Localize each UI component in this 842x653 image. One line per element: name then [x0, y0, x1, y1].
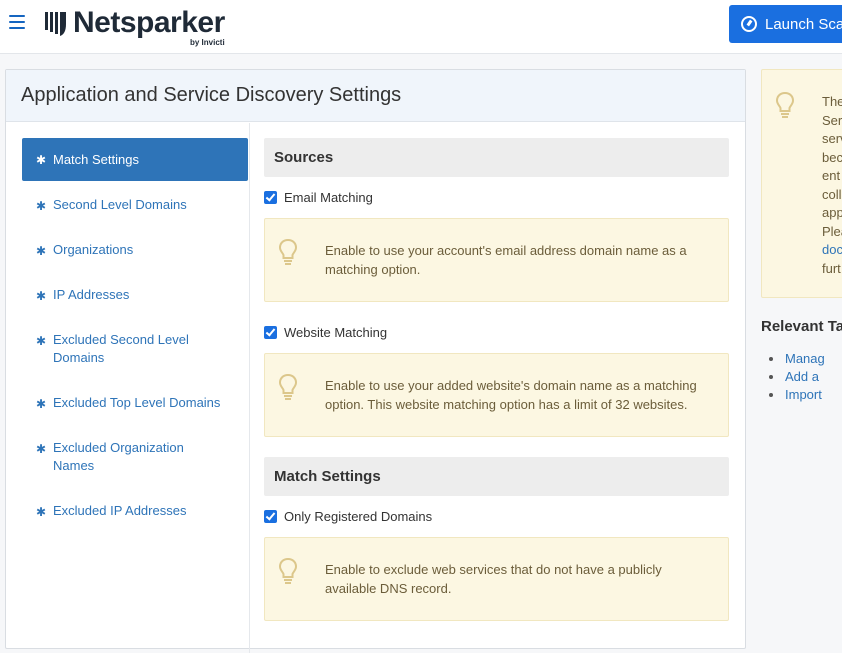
info-line: serv	[822, 131, 842, 146]
info-line: furt	[822, 260, 841, 276]
gear-icon: ✱	[36, 442, 47, 456]
rocket-icon	[741, 16, 757, 32]
info-line: Plea	[822, 223, 842, 239]
gear-icon: ✱	[36, 505, 47, 519]
info-line: bec	[822, 149, 842, 165]
email-matching-checkbox[interactable]	[264, 190, 277, 204]
sidebar-item-label: IP Addresses	[53, 287, 130, 302]
documentation-link[interactable]: doc	[822, 241, 842, 260]
only-registered-domains-label: Only Registered Domains	[284, 508, 433, 524]
registered-hint-line-1: Enable to exclude web services that do n…	[325, 562, 662, 577]
website-matching-row[interactable]: Website Matching	[264, 322, 729, 342]
sidebar-item-second-level-domains[interactable]: ✱ Second Level Domains	[22, 196, 248, 214]
lightbulb-icon	[279, 558, 297, 584]
website-hint-line-2: option. This website matching option has…	[325, 397, 688, 412]
settings-content: Sources Email Matching Enable to use you…	[264, 138, 729, 621]
info-line: Ser	[822, 112, 842, 128]
netsparker-logo-icon	[45, 12, 66, 36]
sidebar-item-match-settings[interactable]: ✱ Match Settings	[22, 138, 248, 181]
lightbulb-icon	[279, 239, 297, 265]
gear-icon: ✱	[36, 397, 47, 411]
sidebar-item-label: Match Settings	[53, 151, 139, 167]
email-hint-line-2: matching option.	[325, 262, 421, 277]
email-matching-row[interactable]: Email Matching	[264, 187, 729, 207]
hamburger-menu-icon[interactable]	[9, 15, 25, 31]
relevant-topic-link[interactable]: Manag	[769, 350, 825, 368]
website-matching-checkbox[interactable]	[264, 325, 277, 339]
website-hint-line-1: Enable to use your added website's domai…	[325, 378, 697, 393]
sidebar-item-organizations[interactable]: ✱ Organizations	[22, 241, 248, 259]
sidebar-item-label: Excluded Second Level Domains	[53, 332, 189, 365]
info-line: ent	[822, 168, 841, 183]
settings-panel: Application and Service Discovery Settin…	[5, 69, 746, 653]
sidebar-item-excluded-ip-addresses[interactable]: ✱ Excluded IP Addresses	[22, 502, 248, 520]
website-matching-label: Website Matching	[284, 324, 388, 340]
settings-sidebar: ✱ Match Settings ✱ Second Level Domains …	[22, 138, 248, 520]
sidebar-item-label: Excluded IP Addresses	[53, 503, 187, 518]
sources-heading: Sources	[264, 138, 729, 177]
only-registered-domains-hint: Enable to exclude web services that do n…	[264, 537, 729, 621]
lightbulb-icon	[776, 92, 794, 118]
sidebar-item-label: Excluded Top Level Domains	[53, 395, 221, 410]
relevant-topics-list: Manag Add a Import	[769, 350, 825, 404]
gear-icon: ✱	[36, 199, 47, 213]
sidebar-item-label: Excluded Organization Names	[53, 440, 184, 473]
email-hint-line-1: Enable to use your account's email addre…	[325, 243, 687, 258]
registered-hint-line-2: available DNS record.	[325, 581, 452, 596]
info-hint-text: The Ser serv bec ent coll app Plea doc f…	[822, 93, 842, 278]
match-settings-heading: Match Settings	[264, 457, 729, 496]
gear-icon: ✱	[36, 244, 47, 258]
sidebar-divider	[249, 123, 250, 653]
relevant-topics-title: Relevant Ta	[761, 318, 842, 335]
info-hint-box: The Ser serv bec ent coll app Plea doc f…	[761, 69, 842, 298]
relevant-topic-link[interactable]: Import	[769, 386, 825, 404]
gear-icon: ✱	[36, 334, 47, 348]
sidebar-item-excluded-organization-names[interactable]: ✱ Excluded Organization Names	[22, 439, 212, 475]
sidebar-item-ip-addresses[interactable]: ✱ IP Addresses	[22, 286, 248, 304]
page-title: Application and Service Discovery Settin…	[21, 84, 402, 106]
sidebar-item-excluded-top-level-domains[interactable]: ✱ Excluded Top Level Domains	[22, 394, 248, 412]
relevant-topic-link[interactable]: Add a	[769, 368, 825, 386]
panel-header: Application and Service Discovery Settin…	[6, 70, 745, 122]
launch-scan-label: Launch Scan	[765, 15, 842, 33]
sidebar-item-label: Organizations	[53, 242, 134, 257]
lightbulb-icon	[279, 374, 297, 400]
gear-icon: ✱	[36, 153, 47, 167]
launch-scan-button[interactable]: Launch Scan	[729, 5, 842, 43]
sidebar-item-label: Second Level Domains	[53, 197, 187, 212]
email-matching-hint: Enable to use your account's email addre…	[264, 218, 729, 302]
only-registered-domains-row[interactable]: Only Registered Domains	[264, 506, 729, 526]
gear-icon: ✱	[36, 289, 47, 303]
website-matching-hint: Enable to use your added website's domai…	[264, 353, 729, 437]
email-matching-label: Email Matching	[284, 189, 373, 205]
sidebar-item-excluded-second-level-domains[interactable]: ✱ Excluded Second Level Domains	[22, 331, 212, 367]
top-bar: Netsparker by Invicti Launch Scan	[0, 0, 842, 54]
logo-text: Netsparker	[73, 6, 225, 39]
only-registered-domains-checkbox[interactable]	[264, 509, 277, 523]
logo-subtext: by Invicti	[190, 38, 225, 47]
info-line: app	[822, 205, 842, 220]
info-line: coll	[822, 186, 842, 202]
info-line: The	[822, 94, 842, 109]
